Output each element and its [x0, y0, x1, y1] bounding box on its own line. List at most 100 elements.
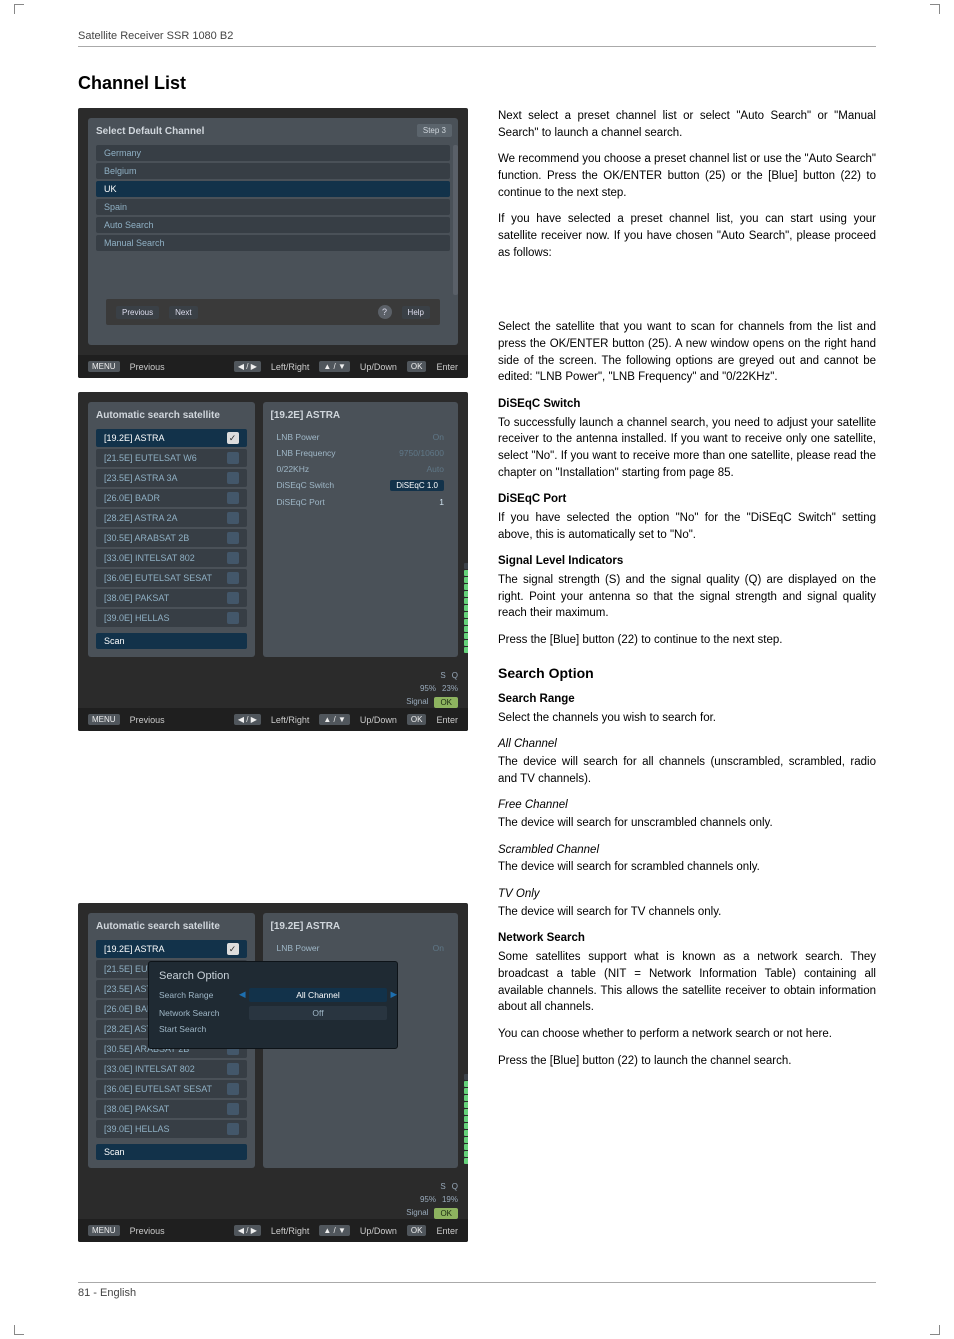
channel-list-item[interactable]: Manual Search [96, 235, 450, 251]
signal-ok-chip: OK [434, 697, 458, 708]
satellite-item[interactable]: [38.0E] PAKSAT [96, 589, 247, 607]
panel3-right-title: [19.2E] ASTRA [271, 921, 451, 932]
heading-search-range: Search Range [498, 691, 876, 708]
heading-signal-level: Signal Level Indicators [498, 553, 876, 570]
checkbox-icon[interactable] [227, 1063, 239, 1075]
ok-key: OK [407, 714, 427, 725]
help-button[interactable]: Help [402, 306, 430, 319]
panel-search-option: Automatic search satellite [19.2E] ASTRA… [78, 903, 468, 1242]
step-badge: Step 3 [417, 124, 452, 137]
bottombar-leftright: Left/Right [271, 362, 310, 372]
satellite-item[interactable]: [36.0E] EUTELSAT SESAT [96, 569, 247, 587]
search-option-row[interactable]: Search RangeAll Channel [159, 988, 387, 1002]
heading-diseqc-switch: DiSEqC Switch [498, 396, 876, 413]
updown-icon: ▲ / ▼ [319, 714, 350, 725]
body-p13: The device will search for TV channels o… [498, 904, 876, 921]
panel2-title: Automatic search satellite [96, 410, 247, 421]
signal-bars [464, 406, 468, 653]
bottombar-previous: Previous [130, 1226, 165, 1236]
ok-key: OK [407, 1225, 427, 1236]
channel-list-item[interactable]: Germany [96, 145, 450, 161]
body-p11: The device will search for unscrambled c… [498, 815, 876, 832]
sig-s-value: 95% [420, 684, 436, 693]
page-title: Channel List [78, 73, 876, 94]
checkbox-icon[interactable] [227, 1123, 239, 1135]
checkbox-icon[interactable] [227, 472, 239, 484]
satellite-item[interactable]: [39.0E] HELLAS [96, 1120, 247, 1138]
body-p2: We recommend you choose a preset channel… [498, 151, 876, 201]
sig-s-value: 95% [420, 1195, 436, 1204]
panel-auto-search-satellite: Automatic search satellite [19.2E] ASTRA… [78, 392, 468, 731]
checkbox-icon[interactable] [227, 1083, 239, 1095]
checkbox-icon[interactable] [227, 572, 239, 584]
satellite-item[interactable]: [36.0E] EUTELSAT SESAT [96, 1080, 247, 1098]
signal-ok-chip: OK [434, 1208, 458, 1219]
scan-button[interactable]: Scan [96, 1144, 247, 1160]
help-icon[interactable]: ? [378, 305, 392, 319]
body-p8: Press the [Blue] button (22) to continue… [498, 632, 876, 649]
bottombar-leftright: Left/Right [271, 1226, 310, 1236]
checkbox-icon[interactable] [227, 592, 239, 604]
satellite-item[interactable]: [30.5E] ARABSAT 2B [96, 529, 247, 547]
menu-key: MENU [88, 361, 120, 372]
channel-list-item[interactable]: UK [96, 181, 450, 197]
signal-label: Signal [406, 697, 428, 708]
scrollbar[interactable] [453, 145, 458, 295]
checkbox-icon[interactable] [227, 1103, 239, 1115]
checkbox-icon[interactable] [227, 612, 239, 624]
satellite-item[interactable]: [19.2E] ASTRA✓ [96, 940, 247, 958]
signal-bars [464, 917, 468, 1164]
panel2-right-title: [19.2E] ASTRA [271, 410, 451, 421]
panel3-title: Automatic search satellite [96, 921, 247, 932]
bottombar-updown: Up/Down [360, 715, 397, 725]
scan-button[interactable]: Scan [96, 633, 247, 649]
search-option-row[interactable]: Start Search [159, 1024, 387, 1034]
checkbox-icon[interactable] [227, 452, 239, 464]
satellite-item[interactable]: [33.0E] INTELSAT 802 [96, 1060, 247, 1078]
channel-list-item[interactable]: Belgium [96, 163, 450, 179]
channel-list-item[interactable]: Spain [96, 199, 450, 215]
body-p3: If you have selected a preset channel li… [498, 211, 876, 261]
overlay-title: Search Option [159, 970, 387, 982]
body-p9: Select the channels you wish to search f… [498, 710, 876, 727]
panel1-title: Select Default Channel [96, 126, 450, 137]
satellite-item[interactable]: [26.0E] BADR [96, 489, 247, 507]
body-p12: The device will search for scrambled cha… [498, 859, 876, 876]
setting-row: 0/22KHzAuto [271, 461, 451, 477]
body-p14: Some satellites support what is known as… [498, 949, 876, 1016]
satellite-item[interactable]: [38.0E] PAKSAT [96, 1100, 247, 1118]
next-button[interactable]: Next [169, 306, 197, 319]
check-icon[interactable]: ✓ [227, 943, 239, 955]
checkbox-icon[interactable] [227, 532, 239, 544]
bottombar-leftright: Left/Right [271, 715, 310, 725]
channel-list-item[interactable]: Auto Search [96, 217, 450, 233]
search-option-overlay: Search Option Search RangeAll Channel Net… [148, 961, 398, 1049]
satellite-item[interactable]: [39.0E] HELLAS [96, 609, 247, 627]
satellite-item[interactable]: [28.2E] ASTRA 2A [96, 509, 247, 527]
search-option-row[interactable]: Network SearchOff [159, 1006, 387, 1020]
crop-mark [14, 1325, 24, 1335]
body-p15: You can choose whether to perform a netw… [498, 1026, 876, 1043]
check-icon[interactable]: ✓ [227, 432, 239, 444]
heading-network-search: Network Search [498, 930, 876, 947]
satellite-item[interactable]: [19.2E] ASTRA✓ [96, 429, 247, 447]
checkbox-icon[interactable] [227, 492, 239, 504]
satellite-item[interactable]: [33.0E] INTELSAT 802 [96, 549, 247, 567]
sig-q-value: 23% [442, 684, 458, 693]
label-scrambled-channel: Scrambled Channel [498, 842, 876, 859]
label-free-channel: Free Channel [498, 797, 876, 814]
bottombar-enter: Enter [436, 1226, 458, 1236]
checkbox-icon[interactable] [227, 512, 239, 524]
ok-key: OK [407, 361, 427, 372]
previous-button[interactable]: Previous [116, 306, 159, 319]
body-p10: The device will search for all channels … [498, 754, 876, 787]
leftright-icon: ◀ / ▶ [234, 361, 261, 372]
setting-row[interactable]: DiSEqC Port1 [271, 494, 451, 510]
satellite-item[interactable]: [23.5E] ASTRA 3A [96, 469, 247, 487]
body-p4: Select the satellite that you want to sc… [498, 319, 876, 386]
heading-search-option: Search Option [498, 663, 876, 683]
checkbox-icon[interactable] [227, 552, 239, 564]
satellite-item[interactable]: [21.5E] EUTELSAT W6 [96, 449, 247, 467]
setting-row: LNB PowerOn [271, 429, 451, 445]
setting-row[interactable]: DiSEqC SwitchDiSEqC 1.0 [271, 477, 451, 494]
